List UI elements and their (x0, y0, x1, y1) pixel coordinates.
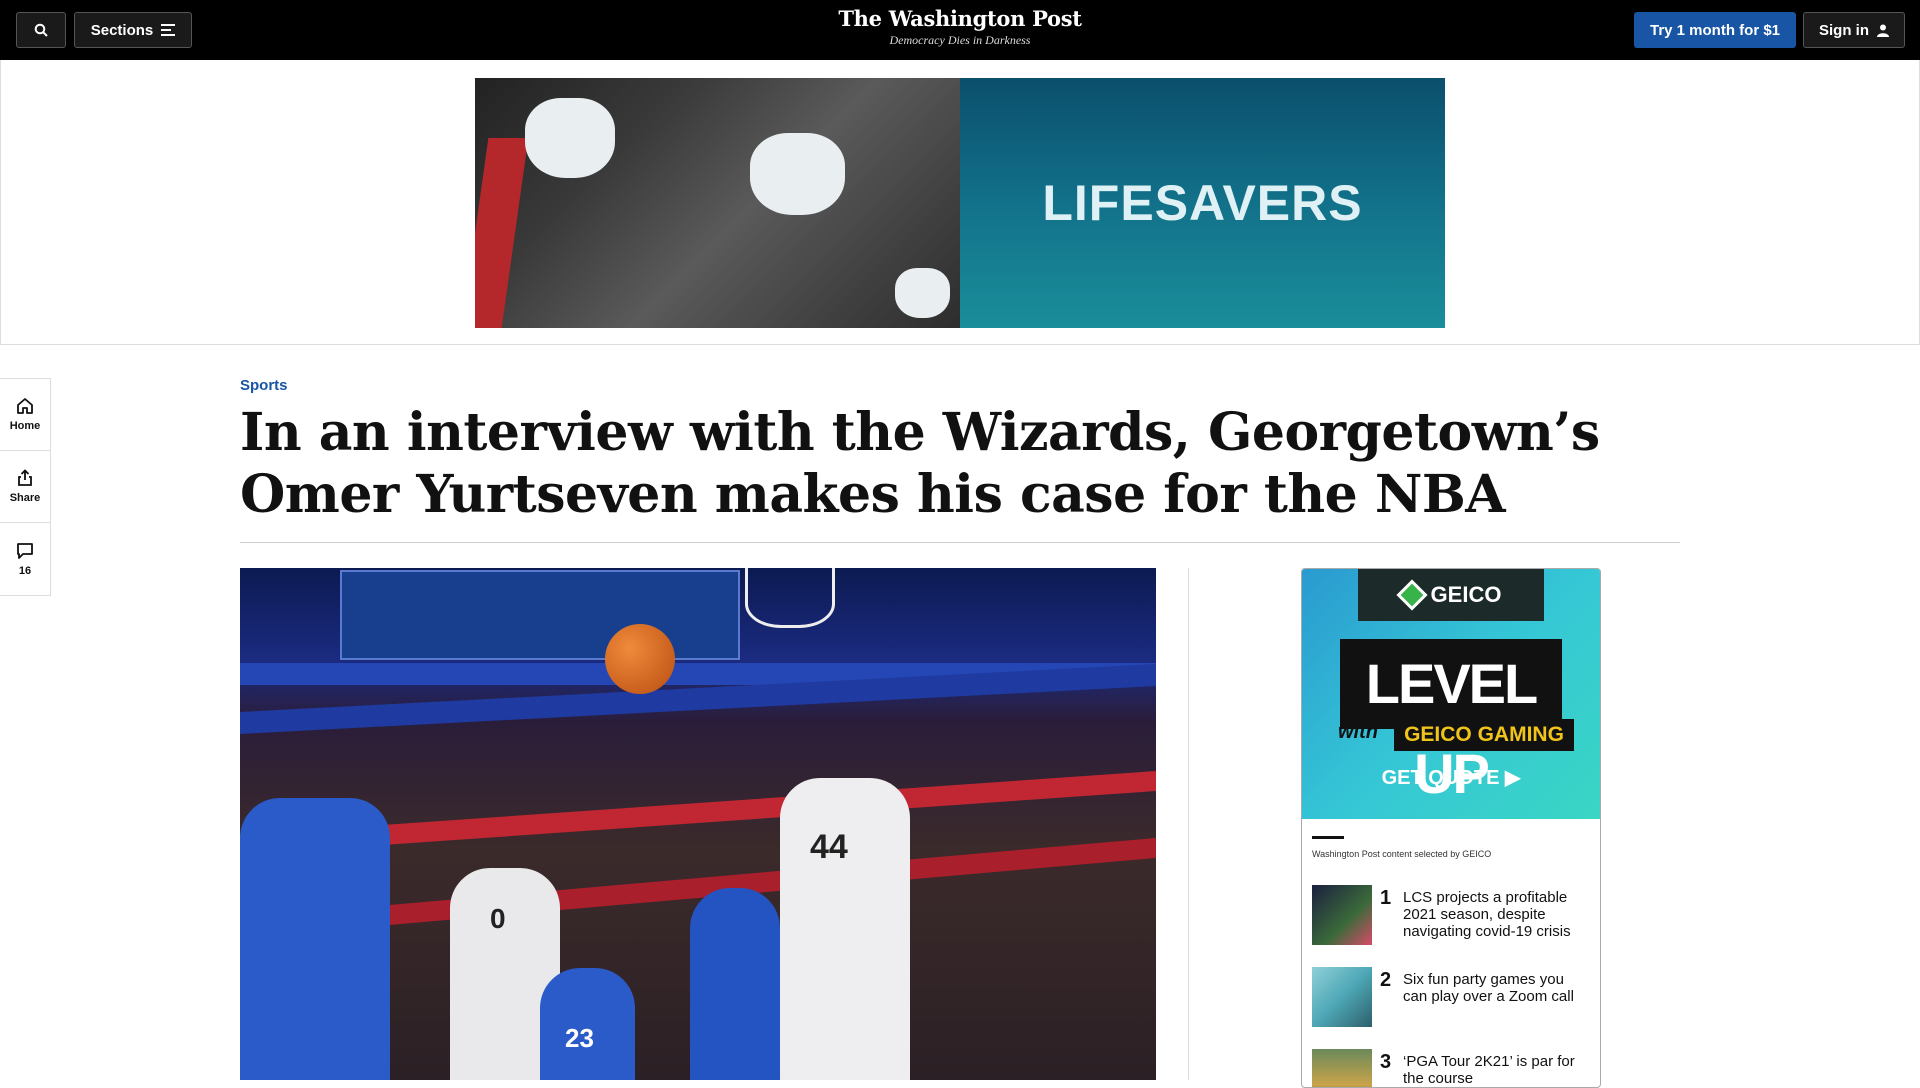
seatbelt-stripe (475, 138, 529, 328)
sponsored-list-item[interactable]: 3 ‘PGA Tour 2K21’ is par for the course (1312, 1049, 1592, 1087)
geico-brand: GEICO (1430, 582, 1502, 607)
column-divider (1188, 568, 1189, 1080)
sponsored-list-item[interactable]: 2 Six fun party games you can play over … (1312, 967, 1592, 1029)
promo-title: ‘PGA Tour 2K21’ is par for the course (1403, 1053, 1575, 1087)
home-icon (17, 398, 33, 414)
banner-ad-headline: LIFESAVERS (1042, 175, 1363, 231)
top-nav-bar: Sections The Washington Post Democracy D… (0, 0, 1920, 60)
get-quote-button[interactable]: GET QUOTE ▶ (1302, 765, 1600, 790)
player-shape (240, 798, 390, 1080)
geico-diamond-icon (1395, 579, 1428, 611)
share-button[interactable]: Share (0, 451, 50, 523)
face-mask-shape (750, 133, 845, 215)
header-divider (240, 542, 1680, 543)
jersey-number: 0 (490, 903, 506, 934)
promo-rank: 3 (1380, 1051, 1392, 1073)
promo-thumbnail (1312, 967, 1372, 1027)
banner-ad-panel[interactable]: LIFESAVERS (960, 78, 1445, 328)
sign-in-label: Sign in (1819, 21, 1869, 39)
site-logo[interactable]: The Washington Post Democracy Dies in Da… (0, 6, 1920, 48)
sponsor-rule (1312, 836, 1344, 839)
jersey-number: 23 (565, 1023, 594, 1053)
promo-rank: 2 (1380, 969, 1392, 991)
comments-count: 16 (18, 564, 32, 577)
section-kicker[interactable]: Sports (240, 377, 288, 394)
sponsor-note: Washington Post content selected by GEIC… (1312, 849, 1492, 859)
basketball-shape (605, 624, 675, 694)
comments-button[interactable]: 16 (0, 523, 50, 595)
left-action-rail: Home Share 16 (0, 378, 51, 596)
basketball-hoop-net (745, 568, 835, 628)
level-up-with: with (1338, 721, 1378, 743)
logo-tagline: Democracy Dies in Darkness (889, 33, 1031, 47)
promo-thumbnail (1312, 1049, 1372, 1087)
comment-icon (17, 542, 33, 559)
subscribe-button[interactable]: Try 1 month for $1 (1634, 12, 1796, 48)
share-label: Share (9, 492, 41, 504)
article-hero-photo[interactable]: 44 0 23 (240, 568, 1156, 1080)
scoreboard-shape (340, 570, 740, 660)
level-up-title: LEVEL UP (1340, 639, 1562, 805)
player-shape (690, 888, 780, 1080)
home-link[interactable]: Home (0, 379, 50, 451)
share-icon (18, 469, 32, 486)
sponsored-list-item[interactable]: 1 LCS projects a profitable 2021 season,… (1312, 885, 1592, 947)
promo-thumbnail (1312, 885, 1372, 945)
sidebar-sponsored-ad[interactable]: GEICO LEVEL UP with GEICO GAMING GET QUO… (1301, 568, 1601, 1088)
user-icon (1877, 24, 1889, 37)
promo-title: LCS projects a profitable 2021 season, d… (1403, 889, 1571, 940)
jersey-number: 44 (810, 828, 848, 866)
article-headline: In an interview with the Wizards, George… (240, 402, 1600, 525)
promo-rank: 1 (1380, 887, 1392, 909)
geico-logo: GEICO (1358, 569, 1544, 621)
geico-ad-creative[interactable]: GEICO LEVEL UP with GEICO GAMING GET QUO… (1302, 569, 1600, 819)
sign-in-button[interactable]: Sign in (1803, 12, 1905, 48)
home-label: Home (9, 420, 41, 432)
face-mask-shape (525, 98, 615, 178)
banner-ad-photo[interactable] (475, 78, 960, 328)
promo-title: Six fun party games you can play over a … (1403, 971, 1574, 1005)
logo-name: The Washington Post (838, 6, 1082, 31)
geico-gaming-label: GEICO GAMING (1394, 719, 1574, 751)
player-shape (780, 778, 910, 1080)
face-mask-shape (895, 268, 950, 318)
